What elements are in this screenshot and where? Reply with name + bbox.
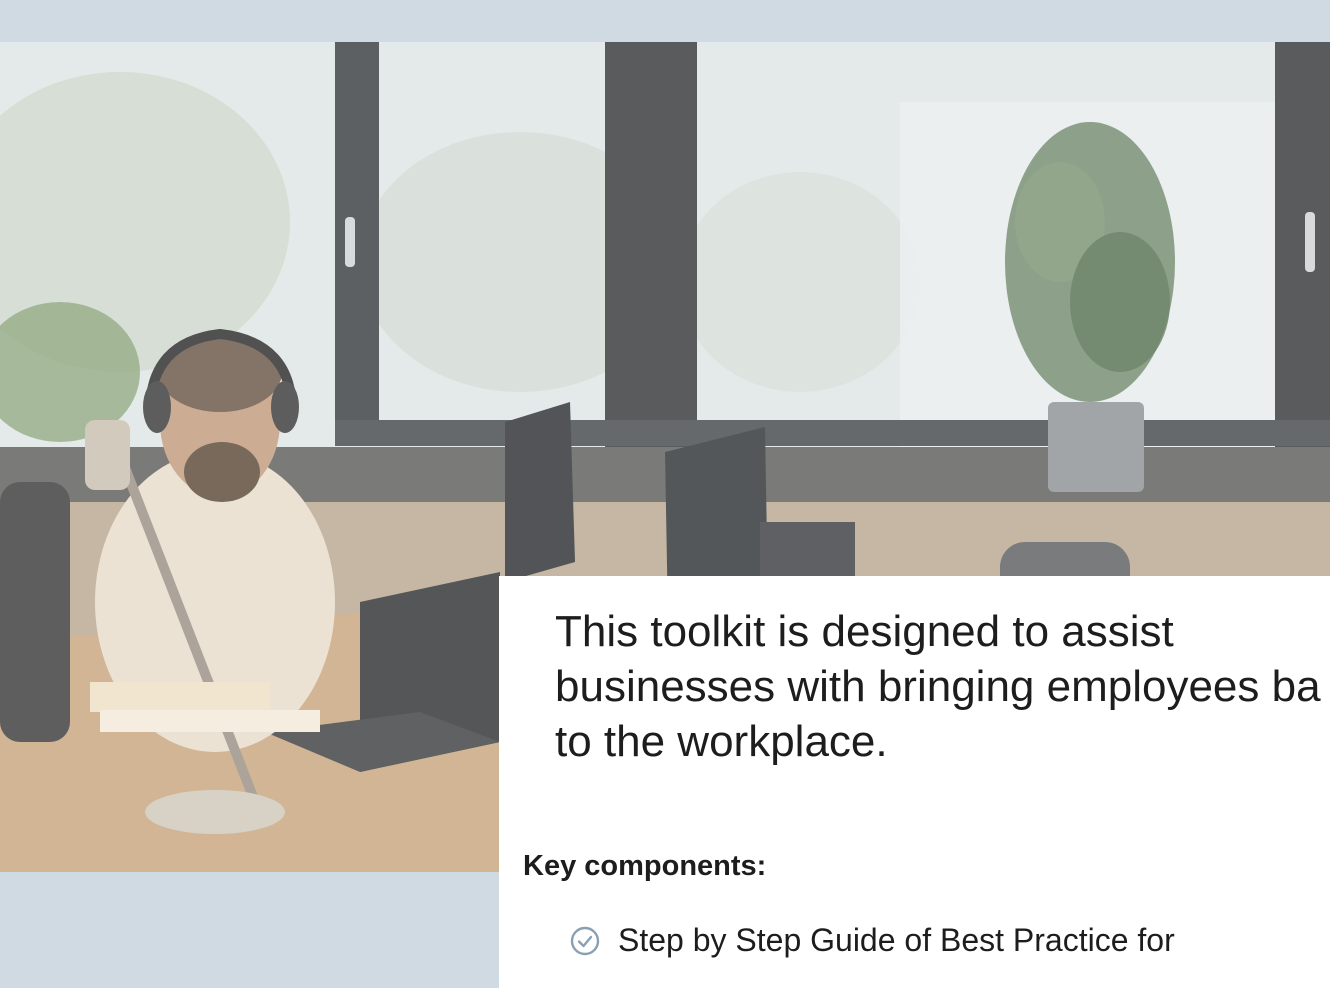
list-item: Step by Step Guide of Best Practice for [568, 922, 1175, 959]
intro-line: This toolkit is designed to assist [555, 607, 1174, 656]
key-components-heading: Key components: [523, 850, 767, 882]
content-card: This toolkit is designed to assist busin… [499, 576, 1330, 988]
list-item-label: Step by Step Guide of Best Practice for [618, 922, 1175, 958]
intro-text: This toolkit is designed to assist busin… [555, 604, 1321, 769]
intro-line: to the workplace. [555, 717, 888, 766]
intro-line: businesses with bringing employees ba [555, 662, 1321, 711]
check-circle-icon [570, 926, 600, 955]
